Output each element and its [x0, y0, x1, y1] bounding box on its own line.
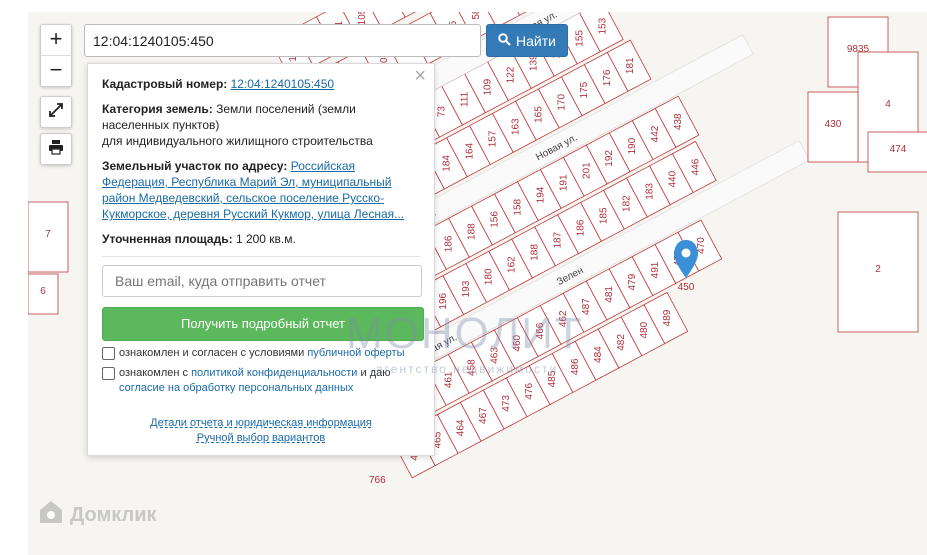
- parcel-number-label: 111: [460, 91, 471, 107]
- search-button[interactable]: Найти: [486, 24, 568, 57]
- parcel-number-label: 196: [438, 292, 449, 309]
- parcel-number-label: 446: [690, 158, 701, 175]
- parcel-number-label: 157: [487, 130, 498, 147]
- zoom-in-button[interactable]: +: [41, 25, 71, 56]
- monolit-watermark: МОНОЛИТ: [346, 309, 584, 358]
- domclick-watermark: Домклик: [38, 499, 157, 531]
- parcel-number-label: 73: [437, 106, 448, 118]
- parcel-number-label: 188: [466, 223, 477, 240]
- domclick-text: Домклик: [70, 503, 157, 526]
- parcel-number-label: 109: [483, 78, 494, 95]
- cadastral-label: Кадастровый номер:: [102, 77, 228, 91]
- parcel-number-label: 480: [639, 321, 650, 338]
- parcel-number-label: 186: [576, 219, 587, 236]
- address-label: Земельный участок по адресу:: [102, 159, 288, 173]
- parcel-number-label: 163: [510, 118, 521, 135]
- parcel-number-label: 481: [604, 286, 615, 303]
- parcel-number-label: 479: [627, 273, 638, 290]
- consent-privacy-row: ознакомлен с политикой конфиденциальност…: [102, 366, 420, 396]
- parcel-number-label: 489: [662, 309, 673, 326]
- parcel-number-label: 2: [875, 264, 881, 275]
- parcel-number-label: 7: [45, 229, 51, 240]
- email-field[interactable]: [102, 265, 422, 297]
- parcel-number-label: 440: [667, 170, 678, 187]
- marker-parcel-label: 450: [678, 282, 695, 293]
- parcel-number-label: 58: [471, 12, 482, 20]
- domclick-logo-icon: [38, 499, 64, 531]
- parcel-number-label: 474: [890, 144, 907, 155]
- category-label: Категория земель:: [102, 102, 213, 116]
- parcel-number-label: 484: [593, 346, 604, 363]
- consent-privacy-text: ознакомлен с: [119, 367, 192, 379]
- printer-icon: [48, 139, 64, 160]
- divider: [102, 256, 420, 257]
- search-button-label: Найти: [516, 32, 556, 49]
- parcel-number-label: 164: [464, 142, 475, 159]
- monolit-watermark-subtitle: агентство недвижимости: [376, 362, 559, 376]
- parcel-number-label: 153: [597, 17, 608, 34]
- parcel-number-label: 192: [604, 150, 615, 167]
- consent-offer-checkbox[interactable]: [102, 347, 115, 360]
- parcel-number-label: 194: [535, 186, 546, 203]
- parcel-number-label: 4: [885, 99, 891, 110]
- search-input[interactable]: [84, 24, 481, 57]
- parcel-info-panel: × Кадастровый номер: 12:04:1240105:450 К…: [87, 63, 435, 456]
- parcel-number-label: 181: [625, 57, 636, 74]
- parcel-number-label: 187: [553, 231, 564, 248]
- report-details-link[interactable]: Детали отчета и юридическая информация: [150, 417, 372, 429]
- parcel-number-label: 122: [505, 66, 516, 83]
- parcel-number-label: 182: [621, 195, 632, 212]
- parcel-number-label: 201: [581, 162, 592, 179]
- parcel-number-label: 170: [556, 94, 567, 111]
- manual-selection-link[interactable]: Ручной выбор вариантов: [197, 432, 325, 444]
- cadastral-number-link[interactable]: 12:04:1240105:450: [231, 77, 334, 91]
- parcel-number-label: 190: [627, 137, 638, 154]
- category-use: для индивидуального жилищного строительс…: [102, 134, 373, 148]
- parcel-number-label: 118: [380, 12, 391, 13]
- parcel-number-label: 180: [484, 268, 495, 285]
- parcel-number-label: 184: [442, 155, 453, 172]
- parcel-number-label: 191: [558, 174, 569, 191]
- consent-privacy-checkbox[interactable]: [102, 367, 115, 380]
- personal-data-link[interactable]: согласие на обработку персональных данны…: [119, 382, 353, 394]
- parcel-number-label: 6: [40, 286, 46, 297]
- parcel-number-label: 188: [530, 244, 541, 261]
- parcel-number-label: 158: [512, 198, 523, 215]
- zoom-out-button[interactable]: −: [41, 56, 71, 86]
- close-icon[interactable]: ×: [414, 66, 426, 86]
- parcel-number-label: 438: [673, 113, 684, 130]
- parcel-number-label: 156: [489, 211, 500, 228]
- parcel-number-label: 185: [598, 207, 609, 224]
- area-value: 1 200 кв.м.: [235, 232, 296, 246]
- parcel-number-label: 442: [650, 125, 661, 142]
- parcel-number-label: 186: [444, 235, 455, 252]
- parcel-number-label: 165: [533, 106, 544, 123]
- search-icon: [498, 32, 511, 49]
- expand-icon: [49, 102, 63, 122]
- parcel-number-label: 482: [616, 334, 627, 351]
- parcel-number-label: 176: [602, 69, 613, 86]
- parcel-number-label: 162: [507, 256, 518, 273]
- panel-footer-links: Детали отчета и юридическая информация Р…: [88, 416, 434, 446]
- fullscreen-button[interactable]: [40, 96, 72, 128]
- parcel-number-label: 491: [650, 261, 661, 278]
- map-parcel-label-766: 766: [369, 475, 386, 486]
- area-label: Уточненная площадь:: [102, 232, 233, 246]
- parcel-number-label: 193: [461, 280, 472, 297]
- parcel-number-label: 476: [524, 382, 535, 399]
- consent-offer-text: ознакомлен и согласен с условиями: [119, 347, 308, 359]
- parcel-number-label: 155: [574, 30, 585, 47]
- parcel-number-label: 467: [478, 407, 489, 424]
- parcel-number-label: 430: [825, 119, 842, 130]
- zoom-control: + −: [40, 24, 72, 87]
- print-button[interactable]: [40, 133, 72, 165]
- parcel-number-label: 486: [570, 358, 581, 375]
- privacy-policy-link[interactable]: политикой конфиденциальности: [191, 367, 357, 379]
- parcel-number-label: 473: [501, 395, 512, 412]
- parcel-number-label: 464: [455, 419, 466, 436]
- parcel-number-label: 175: [579, 81, 590, 98]
- parcel-number-label: 183: [644, 183, 655, 200]
